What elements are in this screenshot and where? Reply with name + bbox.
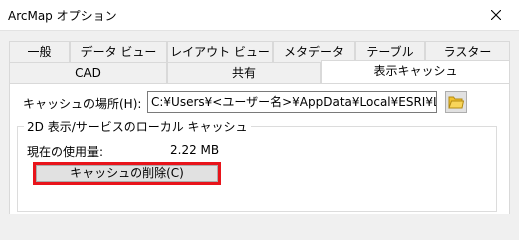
close-button[interactable] — [473, 0, 519, 30]
cache-location-input[interactable]: C:¥Users¥<ユーザー名>¥AppData¥Local¥ESRI¥Loca… — [147, 91, 437, 113]
title-bar: ArcMap オプション — [0, 0, 519, 31]
tab-table[interactable]: テーブル — [355, 41, 425, 62]
tab-display-cache[interactable]: 表示キャッシュ — [321, 60, 510, 83]
delete-cache-button[interactable]: キャッシュの削除(C) — [36, 165, 218, 182]
current-usage-value: 2.22 MB — [170, 143, 220, 157]
close-icon — [491, 10, 501, 20]
tab-general[interactable]: 一般 — [9, 41, 70, 62]
tab-cad[interactable]: CAD — [9, 62, 167, 83]
tab-layout-view[interactable]: レイアウト ビュー — [167, 41, 273, 62]
tab-metadata[interactable]: メタデータ — [273, 41, 355, 62]
tab-label: ラスター — [443, 45, 492, 59]
browse-folder-button[interactable] — [445, 91, 467, 113]
window-title: ArcMap オプション — [8, 9, 117, 23]
tab-label: データ ビュー — [80, 45, 157, 59]
current-usage-label: 現在の使用量: — [27, 145, 104, 159]
tab-data-view[interactable]: データ ビュー — [70, 41, 167, 62]
cache-location-label: キャッシュの場所(H): — [23, 97, 142, 111]
folder-icon — [448, 96, 464, 109]
tab-label: レイアウト ビュー — [170, 45, 270, 59]
tab-label: CAD — [75, 66, 101, 80]
tab-label: 共有 — [231, 66, 256, 80]
display-cache-panel: キャッシュの場所(H): C:¥Users¥<ユーザー名>¥AppData¥Lo… — [9, 83, 510, 214]
local-cache-group-title: 2D 表示/サービスのローカル キャッシュ — [24, 118, 251, 135]
tab-raster[interactable]: ラスター — [425, 41, 510, 62]
tab-label: メタデータ — [283, 45, 344, 59]
tab-label: テーブル — [366, 45, 414, 59]
tab-sharing[interactable]: 共有 — [167, 62, 321, 83]
tab-label: 表示キャッシュ — [373, 64, 458, 78]
tab-label: 一般 — [27, 45, 52, 59]
